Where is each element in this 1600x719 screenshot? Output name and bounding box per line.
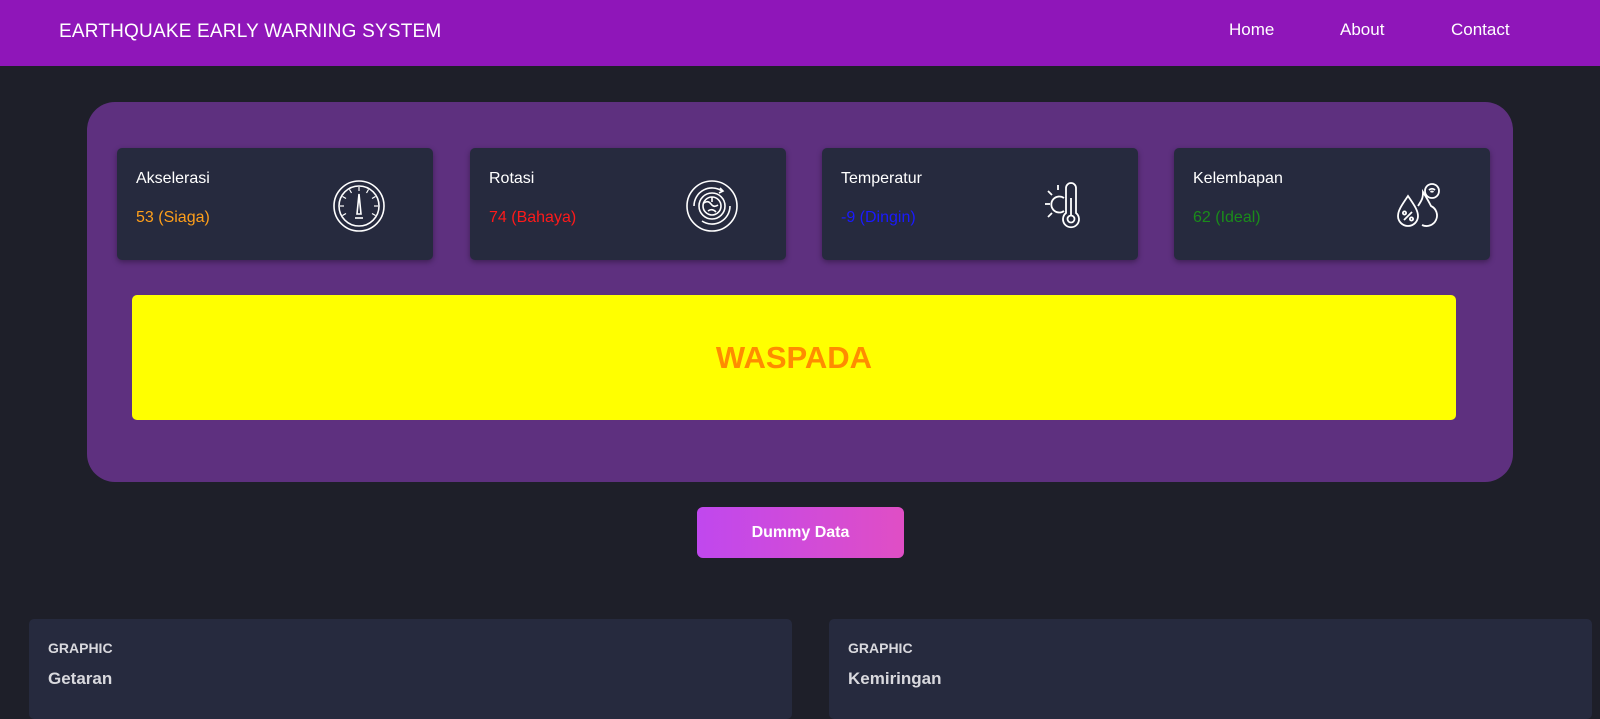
card-label: Akselerasi [136,170,210,187]
thermometer-sun-icon [1036,178,1092,234]
sensor-card-temperatur: Temperatur -9 (Dingin) [822,148,1138,260]
alert-status-box: WASPADA [132,295,1456,420]
humidity-drops-icon [1388,178,1444,234]
alert-status-text: WASPADA [715,339,873,375]
nav-home-link[interactable]: Home [1229,20,1274,40]
sensor-card-akselerasi: Akselerasi 53 (Siaga) [117,148,433,260]
navbar: EARTHQUAKE EARLY WARNING SYSTEM Home Abo… [0,0,1600,66]
graph-card-getaran: GRAPHIC Getaran [29,619,792,719]
card-value: 74 (Bahaya) [489,209,577,226]
nav-contact-link[interactable]: Contact [1451,20,1510,40]
card-label: Rotasi [489,170,535,187]
sensor-card-rotasi: Rotasi 74 (Bahaya) [470,148,786,260]
nav-about-link[interactable]: About [1340,20,1384,40]
card-label: Temperatur [841,170,922,187]
rotation-icon [684,178,740,234]
card-value: 53 (Siaga) [136,209,210,226]
card-value: 62 (Ideal) [1193,209,1261,226]
dummy-data-button[interactable]: Dummy Data [697,507,904,558]
card-value: -9 (Dingin) [841,209,916,226]
sensor-card-kelembapan: Kelembapan 62 (Ideal) [1174,148,1490,260]
graph-card-kemiringan: GRAPHIC Kemiringan [829,619,1592,719]
graph-title: Getaran [48,669,113,688]
brand-title: EARTHQUAKE EARLY WARNING SYSTEM [59,21,442,42]
graph-kicker: GRAPHIC [48,640,113,656]
graph-title: Kemiringan [848,669,942,688]
card-label: Kelembapan [1193,170,1283,187]
speedometer-icon [331,178,387,234]
graph-kicker: GRAPHIC [848,640,913,656]
